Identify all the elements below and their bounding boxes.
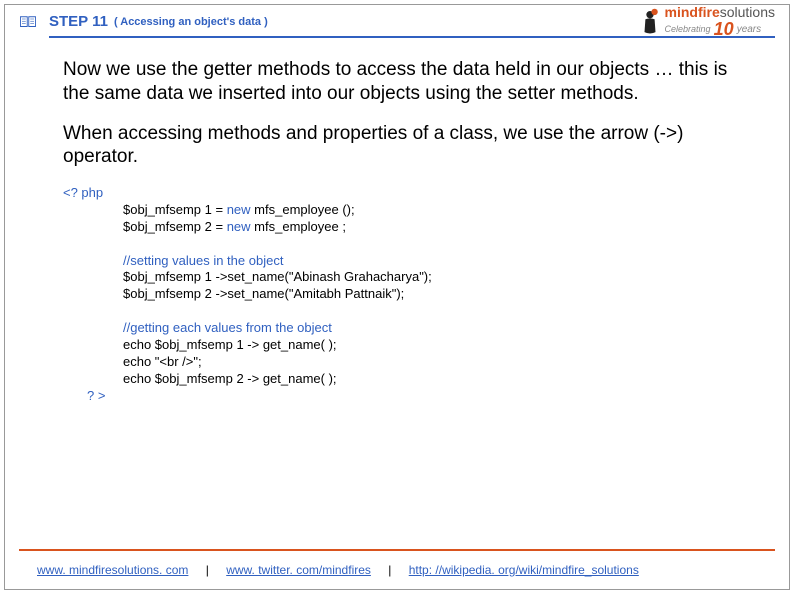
code-line: $obj_mfsemp 2 ->set_name("Amitabh Pattna… <box>63 286 749 303</box>
footer-sep: | <box>388 563 391 577</box>
logo-person-icon <box>639 8 661 36</box>
logo: mindfiresolutions Celebrating 10 years <box>639 5 776 38</box>
code-line: echo "<br />"; <box>63 354 749 371</box>
logo-suffix: solutions <box>720 4 775 20</box>
content: Now we use the getter methods to access … <box>5 38 789 405</box>
slide-frame: STEP 11 ( Accessing an object's data ) m… <box>4 4 790 590</box>
code-line: $obj_mfsemp 1 = new mfs_employee (); <box>63 202 749 219</box>
header: STEP 11 ( Accessing an object's data ) m… <box>5 5 789 36</box>
code-line: echo $obj_mfsemp 1 -> get_name( ); <box>63 337 749 354</box>
paragraph-1: Now we use the getter methods to access … <box>63 58 749 106</box>
code-line: $obj_mfsemp 2 = new mfs_employee ; <box>63 219 749 236</box>
paragraph-2: When accessing methods and properties of… <box>63 122 749 170</box>
code-comment: //getting each values from the object <box>63 320 749 337</box>
code-comment: //setting values in the object <box>63 253 749 270</box>
php-open-tag: <? php <box>63 185 103 200</box>
code-block: <? php $obj_mfsemp 1 = new mfs_employee … <box>63 185 749 405</box>
footer-sep: | <box>206 563 209 577</box>
logo-ten: 10 <box>714 19 734 39</box>
footer-link-site[interactable]: www. mindfiresolutions. com <box>37 563 188 577</box>
logo-brand: mindfire <box>665 4 720 20</box>
footer: www. mindfiresolutions. com | www. twitt… <box>37 563 775 577</box>
logo-years: years <box>737 24 761 35</box>
code-line: echo $obj_mfsemp 2 -> get_name( ); <box>63 371 749 388</box>
logo-celebrating: Celebrating <box>665 24 711 34</box>
code-line: $obj_mfsemp 1 ->set_name("Abinash Grahac… <box>63 269 749 286</box>
footer-rule <box>19 549 775 551</box>
footer-link-wikipedia[interactable]: http: //wikipedia. org/wiki/mindfire_sol… <box>409 563 639 577</box>
step-number: STEP 11 <box>49 13 108 30</box>
footer-link-twitter[interactable]: www. twitter. com/mindfires <box>226 563 371 577</box>
step-subtitle: ( Accessing an object's data ) <box>114 16 268 28</box>
php-close-tag: ? > <box>63 388 105 403</box>
book-icon <box>19 15 37 29</box>
